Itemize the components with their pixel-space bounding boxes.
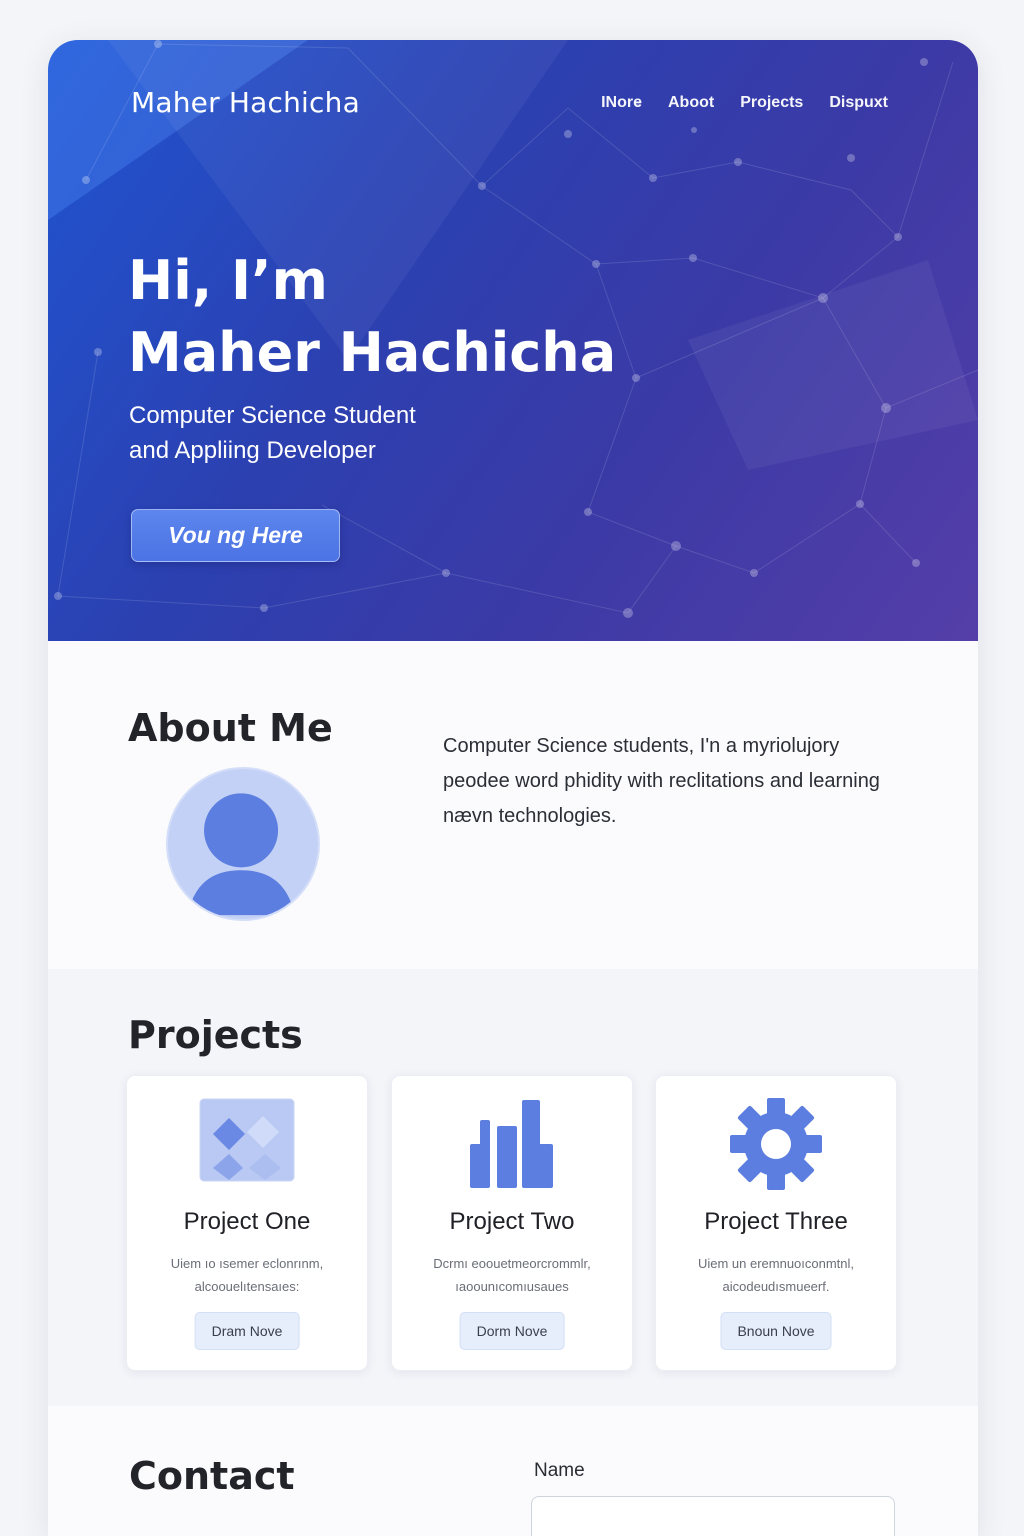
project-card-two[interactable]: Project Two Dcrmı eoouetmeorcrommlr, ıao… bbox=[391, 1075, 633, 1371]
hero-greeting: Hi, I’m bbox=[128, 249, 328, 312]
card-button[interactable]: Dram Nove bbox=[194, 1312, 300, 1350]
hero-subtitle-line1: Computer Science Student bbox=[129, 402, 416, 429]
contact-title: Contact bbox=[129, 1454, 295, 1498]
projects-title: Projects bbox=[128, 1013, 303, 1057]
card-desc-line1: Uiem un eremnuoıconmtnl, bbox=[697, 1256, 855, 1271]
hero-title: Hi, I’m Maher Hachicha bbox=[128, 245, 616, 389]
nav-home[interactable]: INore bbox=[601, 94, 642, 112]
hero-subtitle: Computer Science Student and Appliing De… bbox=[129, 398, 416, 468]
hero-name: Maher Hachicha bbox=[128, 321, 617, 384]
brand-name[interactable]: Maher Hachicha bbox=[131, 86, 360, 119]
nav-contact[interactable]: Dispuxt bbox=[829, 94, 888, 112]
card-description: Uiem ıo ısemer eclonrınm, alcoouelıtensa… bbox=[147, 1252, 347, 1298]
avatar bbox=[166, 767, 320, 921]
gear-icon bbox=[730, 1098, 822, 1190]
card-description: Dcrmı eoouetmeorcrommlr, ıaoounıcomıusau… bbox=[412, 1252, 612, 1298]
name-input[interactable] bbox=[531, 1496, 895, 1536]
card-desc-line2: aicodeudısmueerf. bbox=[722, 1279, 830, 1294]
hero-subtitle-line2: and Appliing Developer bbox=[129, 437, 376, 464]
hero-section: Maher Hachicha INore Aboot Projects Disp… bbox=[48, 40, 978, 641]
card-description: Uiem un eremnuoıconmtnl, aicodeudısmueer… bbox=[676, 1252, 876, 1298]
portfolio-page: Maher Hachicha INore Aboot Projects Disp… bbox=[48, 40, 978, 1536]
card-title: Project One bbox=[183, 1208, 311, 1235]
hero-cta-button[interactable]: Vou ng Here bbox=[131, 509, 340, 562]
about-title: About Me bbox=[128, 706, 333, 750]
name-label: Name bbox=[534, 1460, 585, 1481]
card-desc-line1: Uiem ıo ısemer eclonrınm, bbox=[170, 1256, 324, 1271]
main-nav: INore Aboot Projects Dispuxt bbox=[601, 94, 888, 112]
card-button[interactable]: Dorm Nove bbox=[459, 1312, 565, 1350]
contact-section: Contact Name bbox=[48, 1406, 978, 1536]
card-icon-wrap bbox=[127, 1098, 367, 1190]
bar-chart-icon bbox=[470, 1100, 553, 1188]
image-icon bbox=[199, 1098, 295, 1182]
card-icon-wrap bbox=[392, 1098, 632, 1190]
nav-about[interactable]: Aboot bbox=[668, 94, 714, 112]
user-icon bbox=[187, 793, 295, 916]
about-text: Computer Science students, I'n a myriolu… bbox=[443, 735, 880, 827]
card-desc-line2: ıaoounıcomıusaues bbox=[455, 1279, 569, 1294]
card-title: Project Two bbox=[449, 1208, 575, 1235]
card-button[interactable]: Bnoun Nove bbox=[720, 1312, 832, 1350]
card-desc-line2: alcoouelıtensaıes: bbox=[194, 1279, 300, 1294]
project-card-three[interactable]: Project Three Uiem un eremnuoıconmtnl, a… bbox=[655, 1075, 897, 1371]
projects-section: Projects Project One Uiem ıo ısemer eclo… bbox=[48, 969, 978, 1406]
project-card-one[interactable]: Project One Uiem ıo ısemer eclonrınm, al… bbox=[126, 1075, 368, 1371]
nav-projects[interactable]: Projects bbox=[740, 94, 803, 112]
card-title: Project Three bbox=[704, 1208, 848, 1235]
about-section: About Me Computer Science students, I'n … bbox=[48, 641, 978, 969]
card-icon-wrap bbox=[656, 1098, 896, 1190]
card-desc-line1: Dcrmı eoouetmeorcrommlr, bbox=[433, 1256, 591, 1271]
